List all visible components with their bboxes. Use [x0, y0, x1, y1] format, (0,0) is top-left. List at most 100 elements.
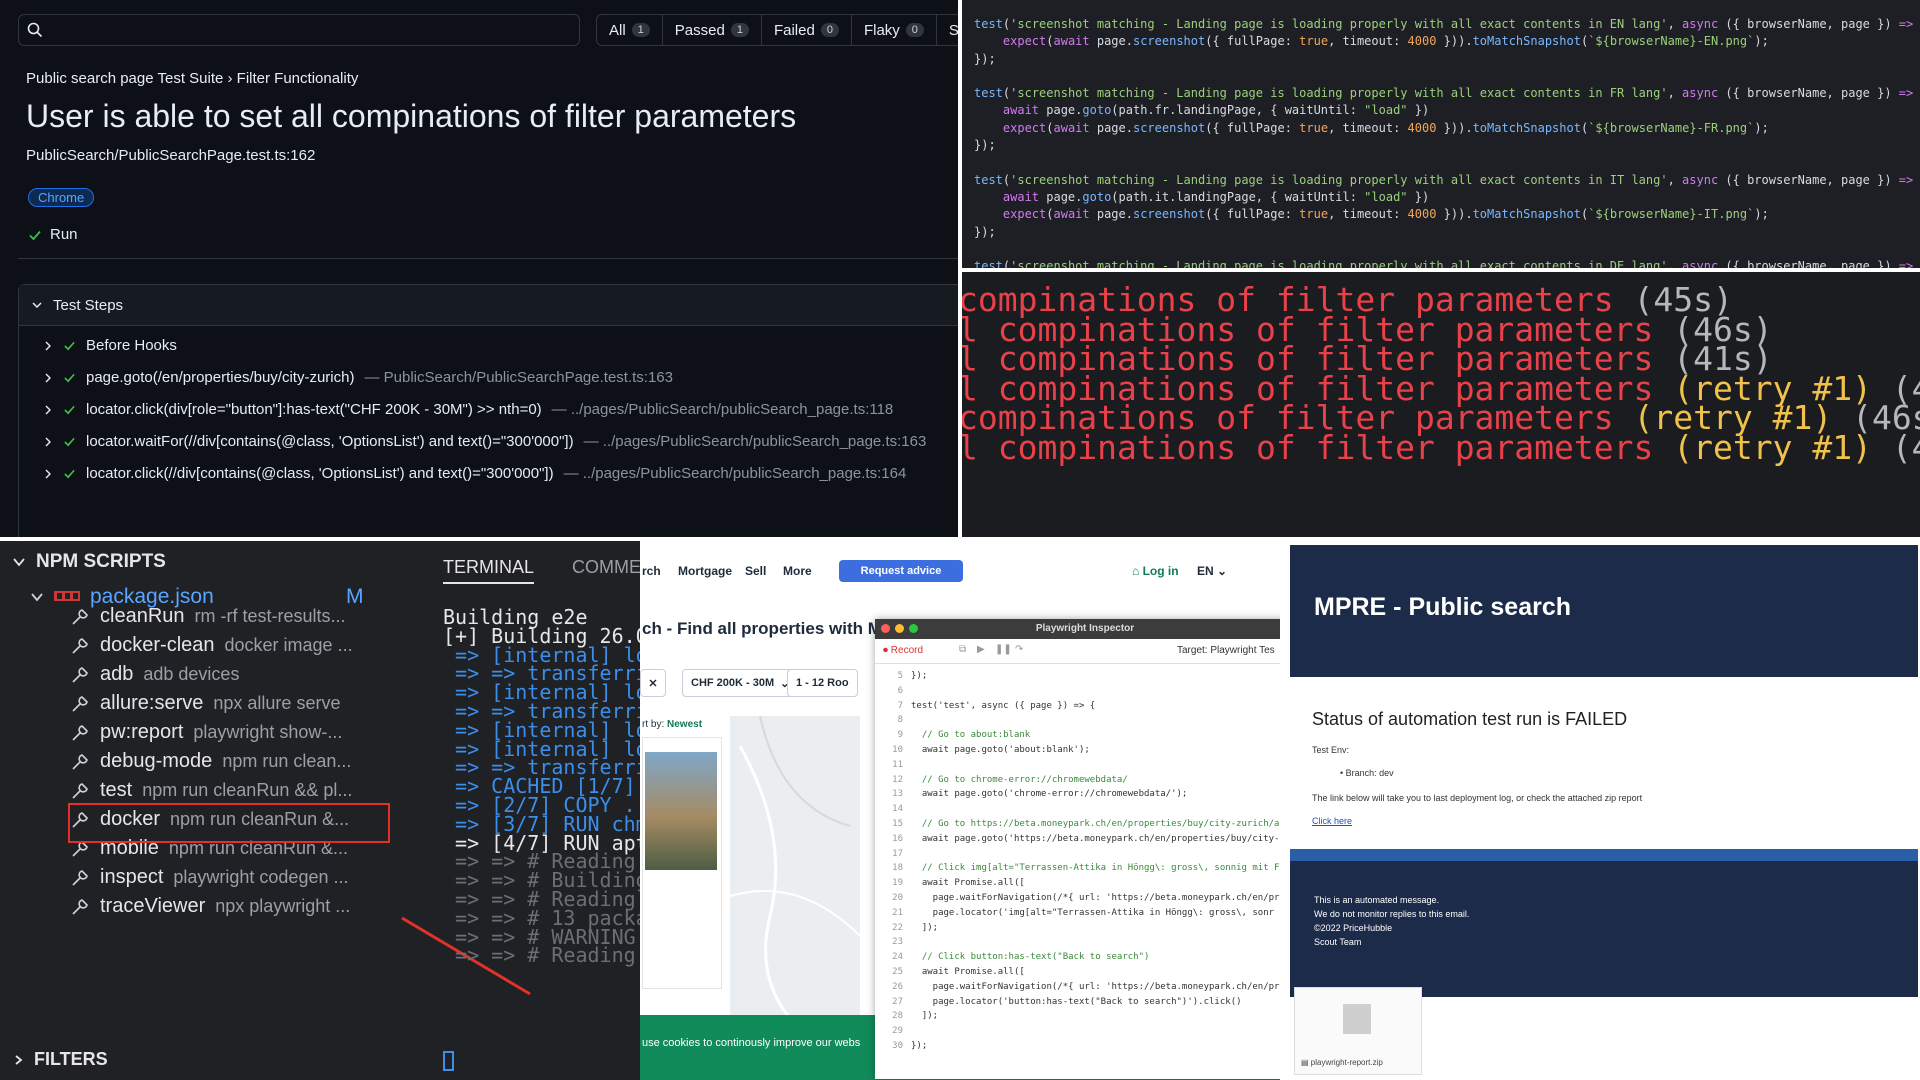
- request-advice-button[interactable]: Request advice: [839, 560, 963, 582]
- email-panel: MPRE - Public search Status of automatio…: [1290, 541, 1920, 1080]
- resume-icon[interactable]: ▶: [977, 644, 985, 655]
- script-command: adb devices: [143, 664, 240, 684]
- code-line: 25 await Promise.all([: [881, 965, 1280, 980]
- filters-section[interactable]: FILTERS: [12, 1049, 108, 1070]
- run-tab[interactable]: Run: [28, 226, 78, 243]
- page-heading: ch - Find all properties with M: [642, 619, 882, 638]
- nav-item-search[interactable]: rch: [642, 564, 661, 578]
- close-icon: ✕: [648, 677, 658, 690]
- code-text: await page.goto('about:blank');: [911, 744, 1090, 755]
- test-step[interactable]: locator.waitFor(//div[contains(@class, '…: [43, 433, 926, 450]
- price-filter-chip[interactable]: CHF 200K - 30M ⌄: [682, 669, 799, 697]
- code-line: 18 // Click img[alt="Terrassen-Attika in…: [881, 861, 1280, 876]
- rooms-filter-chip[interactable]: 1 - 12 Roo: [787, 669, 858, 697]
- test-step[interactable]: page.goto(/en/properties/buy/city-zurich…: [43, 369, 673, 386]
- script-command: playwright show-...: [193, 722, 343, 742]
- target-selector[interactable]: Target: Playwright Tes: [1177, 645, 1275, 656]
- step-text: Before Hooks: [86, 337, 177, 354]
- wrench-icon: [72, 869, 88, 886]
- chevron-right-icon: [45, 437, 51, 446]
- code-line: 6: [881, 684, 1280, 699]
- code-text: page.locator('button:has-text("Back to s…: [911, 996, 1242, 1007]
- filter-count-badge: 1: [730, 23, 749, 37]
- code-line: 30});: [881, 1039, 1280, 1054]
- line-number: 18: [892, 863, 903, 874]
- window-controls: [881, 624, 918, 633]
- tab-terminal[interactable]: TERMINAL: [443, 557, 535, 584]
- login-label: Log in: [1142, 564, 1179, 578]
- inspector-title: Playwright Inspector: [1035, 623, 1135, 634]
- email-title: MPRE - Public search: [1314, 593, 1572, 621]
- test-file-path: PublicSearch/PublicSearchPage.test.ts:16…: [26, 147, 316, 164]
- attachment[interactable]: ▤ playwright-report.zip: [1294, 987, 1422, 1075]
- breadcrumb[interactable]: Public search page Test Suite › Filter F…: [26, 70, 358, 87]
- pause-icon[interactable]: ❚❚: [995, 644, 1012, 655]
- terminal-line: => => # Reading: [443, 943, 636, 968]
- login-link[interactable]: ⌂ Log in: [1132, 564, 1179, 578]
- property-card[interactable]: [642, 737, 722, 989]
- test-step[interactable]: locator.click(div[role="button"]:has-tex…: [43, 401, 893, 418]
- nav-item-mortgage[interactable]: Mortgage: [678, 564, 732, 578]
- code-line: 16 await page.goto('https://beta.moneypa…: [881, 832, 1280, 847]
- npm-script-pw-report[interactable]: pw:report playwright show-...: [70, 721, 342, 744]
- inspector-toolbar: ⏺ Record ⧉ ▶ ❚❚ ↷ Target: Playwright Tes: [875, 639, 1280, 664]
- code-text: page.waitForNavigation(/*{ url: 'https:/…: [911, 981, 1280, 992]
- search-icon: [27, 22, 43, 38]
- code-line: 29: [881, 1024, 1280, 1039]
- filter-tab-label: Sk: [948, 21, 958, 39]
- npm-script-cleanrun[interactable]: cleanRun rm -rf test-results...: [70, 605, 346, 628]
- script-name: traceViewer: [100, 895, 206, 917]
- script-name: cleanRun: [100, 605, 185, 627]
- browser-badge[interactable]: Chrome: [28, 188, 95, 207]
- code-text: });: [911, 1040, 928, 1051]
- npm-scripts-header[interactable]: NPM SCRIPTS: [12, 551, 166, 573]
- filter-tab-flaky[interactable]: Flaky 0: [852, 15, 937, 45]
- minimize-window-icon[interactable]: [895, 624, 904, 633]
- nav-item-sell[interactable]: Sell: [745, 564, 766, 578]
- click-here-link[interactable]: Click here: [1312, 816, 1352, 826]
- line-number: 20: [892, 892, 903, 903]
- line-number: 9: [897, 730, 903, 741]
- filter-tab-failed[interactable]: Failed 0: [762, 15, 852, 45]
- close-window-icon[interactable]: [881, 624, 890, 633]
- nav-item-more[interactable]: More: [783, 564, 812, 578]
- duration-label: (46s): [1891, 427, 1920, 467]
- record-button[interactable]: ⏺ Record: [883, 645, 923, 656]
- check-icon: [29, 230, 41, 240]
- step-location: — PublicSearch/PublicSearchPage.test.ts:…: [364, 369, 673, 386]
- script-command: docker image ...: [224, 635, 353, 655]
- filter-tab-passed[interactable]: Passed 1: [663, 15, 762, 45]
- test-steps-header[interactable]: Test Steps: [19, 285, 958, 326]
- test-step[interactable]: locator.click(//div[contains(@class, 'Op…: [43, 465, 906, 482]
- maximize-window-icon[interactable]: [909, 624, 918, 633]
- map-view[interactable]: [729, 715, 861, 1061]
- npm-script-allure-serve[interactable]: allure:serve npx allure serve: [70, 692, 340, 715]
- language-select[interactable]: EN ⌄: [1197, 564, 1227, 578]
- sort-control[interactable]: rt by: Newest: [642, 719, 702, 730]
- panel-divider: [0, 537, 1920, 541]
- npm-script-debug-mode[interactable]: debug-mode npm run clean...: [70, 750, 351, 773]
- script-name: docker-clean: [100, 634, 215, 656]
- filter-tab-sk[interactable]: Sk: [937, 15, 958, 45]
- vscode-npm-scripts-panel: NPM SCRIPTS package.json M cleanRun rm -r…: [0, 541, 640, 1080]
- code-text: // Click img[alt="Terrassen-Attika in Hö…: [911, 863, 1280, 874]
- code-text: await Promise.all([: [911, 878, 1025, 889]
- property-photo: [645, 752, 717, 870]
- check-icon: [64, 437, 75, 447]
- test-step[interactable]: Before Hooks: [43, 337, 177, 354]
- npm-script-inspect[interactable]: inspect playwright codegen ...: [70, 866, 348, 889]
- search-input[interactable]: [18, 14, 580, 46]
- copy-icon[interactable]: ⧉: [959, 644, 966, 655]
- clear-filter-button[interactable]: ✕: [640, 669, 666, 697]
- npm-script-traceviewer[interactable]: traceViewer npx playwright ...: [70, 895, 350, 918]
- npm-script-adb[interactable]: adb adb devices: [70, 663, 239, 686]
- npm-script-test[interactable]: test npm run cleanRun && pl...: [70, 779, 352, 802]
- wrench-icon: [72, 782, 88, 799]
- npm-script-docker-clean[interactable]: docker-clean docker image ...: [70, 634, 353, 657]
- tab-comments[interactable]: COMME: [572, 557, 640, 584]
- filter-tab-all[interactable]: All 1: [597, 15, 663, 45]
- step-text: locator.click(//div[contains(@class, 'Op…: [86, 465, 554, 482]
- code-line: 5});: [881, 669, 1280, 684]
- step-over-icon[interactable]: ↷: [1015, 644, 1023, 655]
- line-number: 11: [892, 759, 903, 770]
